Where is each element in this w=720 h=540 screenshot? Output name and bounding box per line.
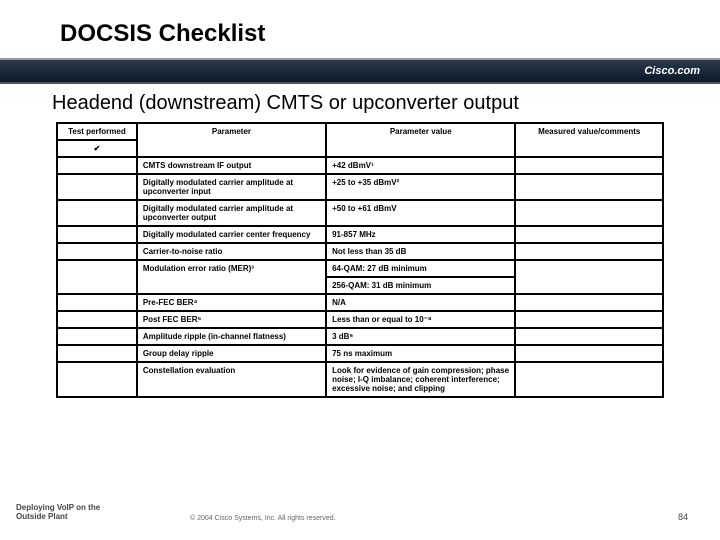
cell-value: 256-QAM: 31 dB minimum xyxy=(326,277,515,294)
page-number: 84 xyxy=(678,512,688,522)
cell-param: Digitally modulated carrier amplitude at… xyxy=(137,200,326,226)
cell-value: 75 ns maximum xyxy=(326,345,515,362)
cell-value: +25 to +35 dBmV² xyxy=(326,174,515,200)
table-row: Pre-FEC BER⁴N/A xyxy=(57,294,663,311)
table-row: Digitally modulated carrier amplitude at… xyxy=(57,174,663,200)
table-row: Modulation error ratio (MER)³64-QAM: 27 … xyxy=(57,260,663,277)
table-row: Constellation evaluationLook for evidenc… xyxy=(57,362,663,397)
header-measured: Measured value/comments xyxy=(515,123,663,157)
header-test-performed: Test performed xyxy=(57,123,137,140)
cell-param: Pre-FEC BER⁴ xyxy=(137,294,326,311)
cell-value: 64-QAM: 27 dB minimum xyxy=(326,260,515,277)
cell-value: 3 dB⁶ xyxy=(326,328,515,345)
cell-value: N/A xyxy=(326,294,515,311)
cell-param: Constellation evaluation xyxy=(137,362,326,397)
header-parameter: Parameter xyxy=(137,123,326,157)
header-parameter-value: Parameter value xyxy=(326,123,515,157)
cell-param: Post FEC BER⁵ xyxy=(137,311,326,328)
table-header-row: Test performed Parameter Parameter value… xyxy=(57,123,663,140)
cell-param: Digitally modulated carrier center frequ… xyxy=(137,226,326,243)
footer-copyright: © 2004 Cisco Systems, Inc. All rights re… xyxy=(190,515,336,522)
table-row: Post FEC BER⁵Less than or equal to 10⁻⁸ xyxy=(57,311,663,328)
table-row: Digitally modulated carrier amplitude at… xyxy=(57,200,663,226)
cell-param: Carrier-to-noise ratio xyxy=(137,243,326,260)
checklist-table: Test performed Parameter Parameter value… xyxy=(56,122,664,398)
slide-subtitle: Headend (downstream) CMTS or upconverter… xyxy=(52,92,519,115)
footer-left: Deploying VoIP on the Outside Plant xyxy=(16,503,100,522)
cell-value: Look for evidence of gain compression; p… xyxy=(326,362,515,397)
table-row: Group delay ripple75 ns maximum xyxy=(57,345,663,362)
cell-value: Less than or equal to 10⁻⁸ xyxy=(326,311,515,328)
cell-param: Digitally modulated carrier amplitude at… xyxy=(137,174,326,200)
header-bar: Cisco.com xyxy=(0,58,720,84)
table-row: CMTS downstream IF output+42 dBmV¹ xyxy=(57,157,663,174)
cell-value: +50 to +61 dBmV xyxy=(326,200,515,226)
table-row: Digitally modulated carrier center frequ… xyxy=(57,226,663,243)
cell-param: Amplitude ripple (in-channel flatness) xyxy=(137,328,326,345)
footer-left-line1: Deploying VoIP on the xyxy=(16,503,100,512)
cell-value: Not less than 35 dB xyxy=(326,243,515,260)
cell-value: 91-857 MHz xyxy=(326,226,515,243)
header-check: ✔ xyxy=(57,140,137,157)
brand-label: Cisco.com xyxy=(644,65,700,77)
cell-param: Modulation error ratio (MER)³ xyxy=(137,260,326,294)
slide-title: DOCSIS Checklist xyxy=(60,20,265,48)
cell-param: Group delay ripple xyxy=(137,345,326,362)
footer-left-line2: Outside Plant xyxy=(16,512,68,521)
table-row: Amplitude ripple (in-channel flatness)3 … xyxy=(57,328,663,345)
cell-value: +42 dBmV¹ xyxy=(326,157,515,174)
table-row: Carrier-to-noise ratioNot less than 35 d… xyxy=(57,243,663,260)
cell-param: CMTS downstream IF output xyxy=(137,157,326,174)
